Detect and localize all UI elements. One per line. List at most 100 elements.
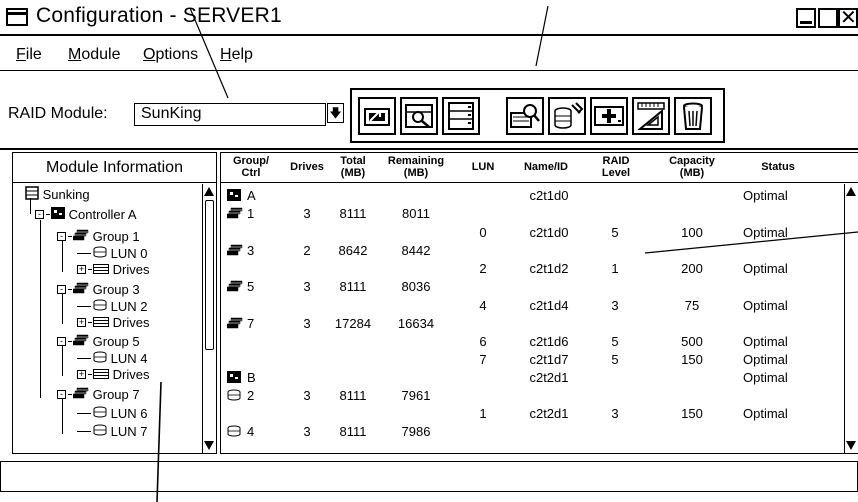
table-row[interactable]: 7 3 17284 16634 [221,316,839,334]
tree-item-lun-2[interactable]: LUN 2 [77,298,147,314]
table-row[interactable]: 5 3 8111 8036 [221,279,839,297]
scroll-thumb[interactable] [205,200,214,350]
recovery-icon[interactable] [548,97,586,135]
table-row[interactable]: 0 c2t1d0 5 100 Optimal [221,225,839,243]
header-total[interactable]: Total (MB) [333,155,373,179]
table-row[interactable]: 2 c2t1d2 1 200 Optimal [221,261,839,279]
grid-scrollbar[interactable] [844,184,858,453]
tree-item-lun-6[interactable]: LUN 6 [77,405,147,421]
lun-icon [93,299,107,314]
cell-drives: 3 [303,206,311,221]
header-drives[interactable]: Drives [283,161,331,173]
tree-label: Group 7 [92,387,140,403]
header-capacity[interactable]: Capacity (MB) [657,155,727,179]
table-row[interactable]: 4 3 8111 7986 [221,424,839,442]
tree-item-group-1[interactable]: - Group 1 [57,228,140,244]
table-row[interactable]: 1 3 8111 8011 [221,206,839,224]
system-menu-icon[interactable] [6,8,28,26]
table-row[interactable]: 6 c2t1d6 5 500 Optimal [221,334,839,352]
tree-item-drives[interactable]: + Drives [77,366,149,382]
raid-module-select[interactable]: SunKing [134,103,326,126]
cell-capacity: 200 [681,261,703,276]
header-remaining[interactable]: Remaining (MB) [381,155,451,179]
table-row[interactable]: 2 3 8111 7961 [221,388,839,406]
menu-options[interactable]: Options [143,46,198,64]
table-row[interactable]: Ac2t1d0 Optimal [221,188,839,206]
view-log-icon[interactable] [506,97,544,135]
tree-item-controller-a[interactable]: - Controller A [35,206,137,222]
cell-capacity: 100 [681,225,703,240]
cell-drives: 2 [303,243,311,258]
tree-item-drives[interactable]: + Drives [77,314,149,330]
find-locate-icon[interactable] [400,97,438,135]
header-group-ctrl[interactable]: Group/Ctrl [227,155,275,179]
tree-item-lun-0[interactable]: LUN 0 [77,245,147,261]
collapse-icon[interactable]: - [35,210,44,220]
tree-label: LUN 2 [110,299,148,315]
cell-total: 17284 [334,316,372,331]
tree-item-sunking[interactable]: Sunking [25,186,90,203]
header-status[interactable]: Status [753,161,803,173]
menu-help[interactable]: Help [220,46,253,64]
maximize-button[interactable] [818,8,838,28]
header-lun[interactable]: LUN [465,161,501,173]
tree-item-drives[interactable]: + Drives [77,261,149,277]
tree-item-group-7[interactable]: - Group 7 [57,386,140,402]
header-name-id[interactable]: Name/ID [519,161,573,173]
cell-status: Optimal [743,352,788,367]
scroll-down-icon[interactable] [204,441,214,450]
lun-icon [93,351,107,366]
add-icon[interactable] [590,97,628,135]
group-icon [226,244,243,259]
tree-item-group-3[interactable]: - Group 3 [57,281,140,297]
tree-item-group-5[interactable]: - Group 5 [57,333,140,349]
format-icon[interactable] [632,97,670,135]
tree-label: LUN 4 [110,351,148,367]
scroll-up-icon[interactable] [846,187,856,196]
scroll-down-icon[interactable] [846,441,856,450]
cell-total: 8111 [339,279,367,294]
table-row[interactable]: 7 c2t1d7 5 150 Optimal [221,352,839,370]
controller-icon [51,207,65,222]
table-row[interactable]: 1 c2t2d1 3 150 Optimal [221,406,839,424]
table-row[interactable]: 3 2 8642 8442 [221,243,839,261]
header-raid-level[interactable]: RAID Level [597,155,635,179]
delete-trash-icon[interactable] [674,97,712,135]
module-profile-icon[interactable] [442,97,480,135]
scroll-up-icon[interactable] [204,187,214,196]
cell-status: Optimal [743,406,788,421]
expand-icon[interactable]: + [77,265,86,275]
raid-module-label: RAID Module: [8,105,108,122]
cell-group: 7 [247,316,255,331]
module-icon [25,186,39,203]
title-bar: Configuration - SERVER1 ✕ [0,0,858,36]
tree-label: LUN 0 [110,246,148,262]
cell-remaining: 16634 [397,316,435,331]
cell-capacity: 75 [684,298,700,313]
cell-remaining: 8036 [401,279,431,294]
expand-icon[interactable]: + [77,370,86,380]
tree-item-lun-4[interactable]: LUN 4 [77,350,147,366]
minimize-button[interactable] [796,8,816,28]
cell-drives: 3 [303,388,311,403]
table-row[interactable]: Bc2t2d1 Optimal [221,370,839,388]
menu-module[interactable]: Module [68,46,120,64]
lun-icon [93,406,107,421]
tree-label: Drives [112,315,150,331]
cell-group: 4 [247,424,255,439]
menu-file[interactable]: File [16,46,42,64]
table-row[interactable]: 4 c2t1d4 3 75 Optimal [221,298,839,316]
tree-scrollbar[interactable] [202,184,216,453]
expand-icon[interactable]: + [77,318,86,328]
close-button[interactable]: ✕ [838,8,858,28]
cell-raid: 3 [611,298,619,313]
tree-item-lun-7[interactable]: LUN 7 [77,423,147,439]
drives-icon [93,367,109,382]
create-lun-icon[interactable] [358,97,396,135]
cell-remaining: 7986 [401,424,431,439]
dropdown-arrow-icon[interactable]: 🡇 [327,103,344,123]
tree-label: LUN 6 [110,406,148,422]
lun-icon [93,246,107,261]
cell-group: 1 [247,206,255,221]
cell-group: A [247,188,256,203]
